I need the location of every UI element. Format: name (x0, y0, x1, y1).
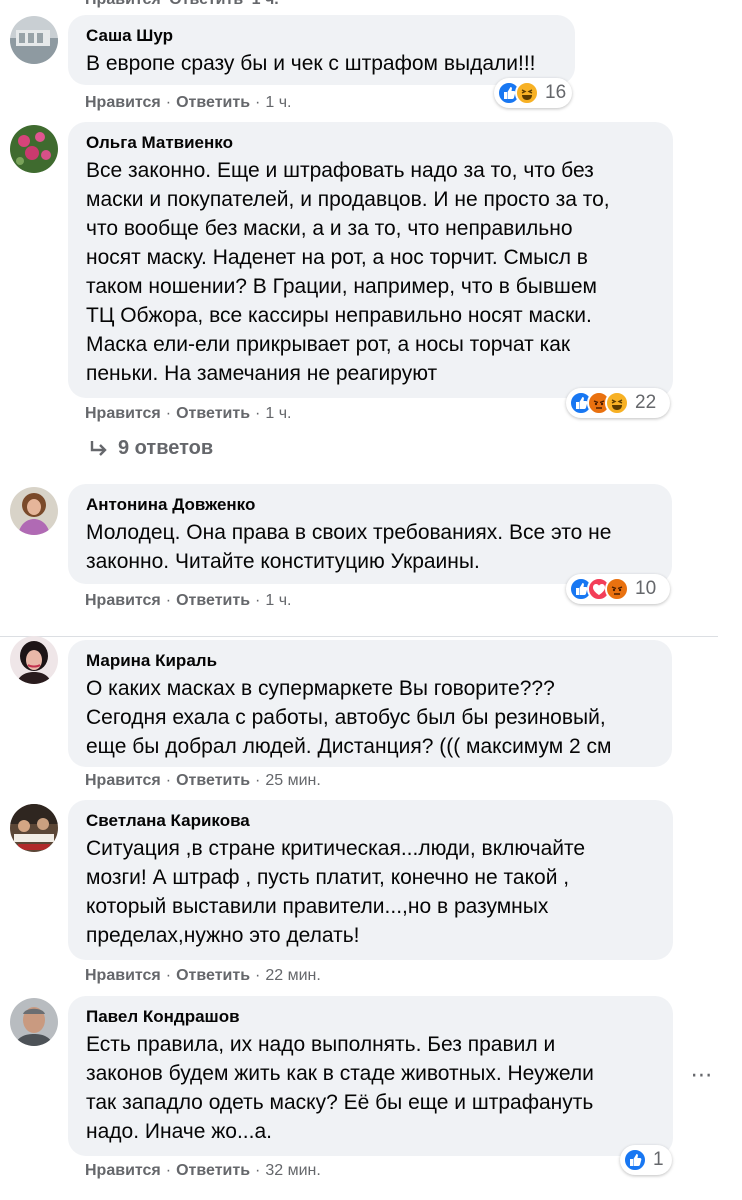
comment-text: В европе сразу бы и чек с штрафом выдали… (86, 52, 536, 75)
comment-text: Все законно. Еще и штрафовать надо за то… (86, 159, 610, 385)
like-link[interactable]: Нравится (85, 592, 161, 609)
comment-time[interactable]: 1 ч. (265, 94, 291, 111)
reaction-count: 22 (635, 392, 657, 413)
separator: · (165, 405, 172, 422)
author-name[interactable]: Саша Шур (86, 25, 557, 47)
author-name[interactable]: Ольга Матвиенко (86, 132, 655, 154)
more-options-icon[interactable]: ⋯ (690, 1062, 714, 1087)
reactions-summary[interactable]: 22 (566, 388, 670, 418)
separator: · (255, 772, 261, 789)
comment-bubble: Ольга Матвиенко Все законно. Еще и штраф… (68, 122, 673, 398)
reply-link[interactable]: Ответить (176, 94, 250, 111)
comment-actions: Нравится · Ответить · 1 ч. (85, 405, 291, 423)
separator: · (165, 592, 172, 609)
separator: · (255, 592, 261, 609)
comment-text: О каких масках в супермаркете Вы говорит… (86, 677, 612, 758)
separator: · (255, 405, 261, 422)
reaction-count: 1 (653, 1149, 664, 1170)
separator: · (165, 1162, 172, 1179)
comment-text: Есть правила, их надо выполнять. Без пра… (86, 1033, 594, 1143)
comment-actions: Нравится · Ответить · 25 мин. (85, 772, 321, 790)
reply-link[interactable]: Ответить (176, 772, 250, 789)
reply-link[interactable]: Ответить (176, 967, 250, 984)
reply-link[interactable]: Ответить (176, 405, 250, 422)
comment-bubble: Светлана Карикова Ситуация ,в стране кри… (68, 800, 673, 960)
avatar[interactable] (10, 16, 58, 64)
like-link[interactable]: Нравится (85, 405, 161, 422)
comment-time[interactable]: 1 ч. (265, 592, 291, 609)
author-name[interactable]: Антонина Довженко (86, 494, 654, 516)
view-replies-link[interactable]: 9 ответов (88, 437, 213, 460)
comment-time[interactable]: 1 ч. (265, 405, 291, 422)
separator: · (255, 94, 261, 111)
avatar[interactable] (10, 804, 58, 852)
avatar[interactable] (10, 125, 58, 173)
previous-comment-actions: Нравится Ответить 1 ч. (85, 0, 283, 9)
like-link[interactable]: Нравится (85, 94, 161, 111)
avatar[interactable] (10, 636, 58, 684)
author-name[interactable]: Павел Кондрашов (86, 1006, 655, 1028)
comment-time[interactable]: 32 мин. (265, 1162, 320, 1179)
reactions-summary[interactable]: 1 (620, 1145, 672, 1175)
author-name[interactable]: Марина Кираль (86, 650, 654, 672)
comment-actions: Нравится · Ответить · 22 мин. (85, 967, 321, 985)
comment-actions: Нравится · Ответить · 1 ч. (85, 592, 291, 610)
comment-bubble: Павел Кондрашов Есть правила, их надо вы… (68, 996, 673, 1156)
separator: · (165, 772, 172, 789)
like-link[interactable]: Нравится (85, 0, 161, 8)
separator: · (255, 1162, 261, 1179)
comment-text: Молодец. Она права в своих требованиях. … (86, 521, 612, 573)
angry-reaction-icon (605, 577, 629, 601)
author-name[interactable]: Светлана Карикова (86, 810, 655, 832)
comment-time[interactable]: 22 мин. (265, 967, 320, 984)
haha-reaction-icon (605, 391, 629, 415)
reply-link[interactable]: Ответить (176, 592, 250, 609)
like-link[interactable]: Нравится (85, 967, 161, 984)
reaction-count: 10 (635, 578, 657, 599)
separator: · (255, 967, 261, 984)
like-link[interactable]: Нравится (85, 1162, 161, 1179)
comment-bubble: Антонина Довженко Молодец. Она права в с… (68, 484, 672, 584)
comment-actions: Нравится · Ответить · 32 мин. (85, 1162, 321, 1180)
like-link[interactable]: Нравится (85, 772, 161, 789)
reply-link[interactable]: Ответить (176, 1162, 250, 1179)
haha-reaction-icon (515, 81, 539, 105)
reaction-count: 16 (545, 82, 567, 103)
reactions-summary[interactable]: 16 (494, 78, 572, 108)
comment-time: 1 ч. (252, 0, 279, 8)
comment-bubble: Марина Кираль О каких масках в супермарк… (68, 640, 672, 767)
replies-count-label: 9 ответов (118, 437, 214, 459)
comment-time[interactable]: 25 мин. (265, 772, 320, 789)
reactions-summary[interactable]: 10 (566, 574, 670, 604)
comment-bubble: Саша Шур В европе сразу бы и чек с штраф… (68, 15, 575, 85)
comment-text: Ситуация ,в стране критическая...люди, в… (86, 837, 586, 947)
separator: · (165, 967, 172, 984)
section-divider (0, 636, 718, 637)
like-reaction-icon (623, 1148, 647, 1172)
reply-arrow-icon (90, 440, 107, 456)
avatar[interactable] (10, 998, 58, 1046)
reply-link[interactable]: Ответить (169, 0, 243, 8)
comment-actions: Нравится · Ответить · 1 ч. (85, 94, 291, 112)
avatar[interactable] (10, 487, 58, 535)
separator: · (165, 94, 172, 111)
